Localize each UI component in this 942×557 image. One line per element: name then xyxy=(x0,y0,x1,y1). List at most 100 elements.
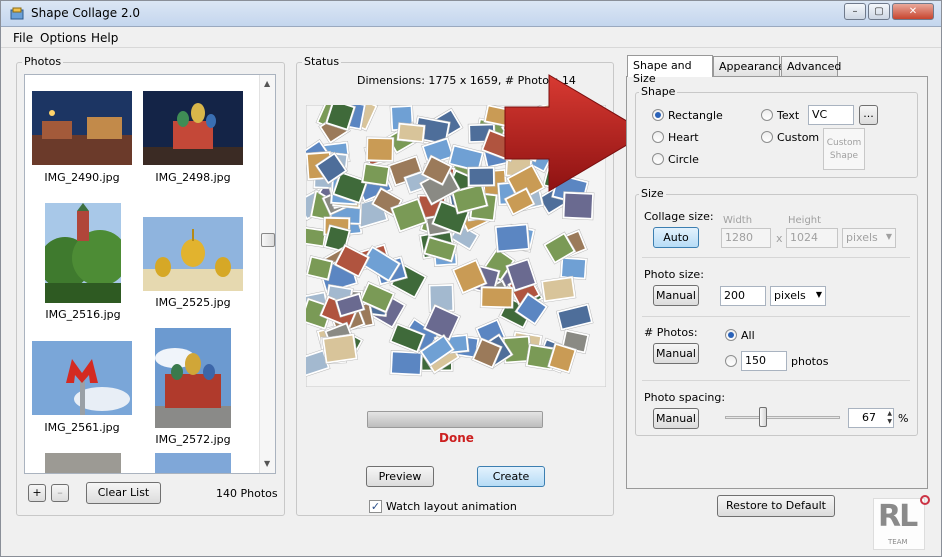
watermark-text: RL xyxy=(878,499,918,534)
menu-bar: File Options Help xyxy=(1,28,941,48)
photos-label: Photos xyxy=(22,55,64,68)
num-photos-manual-button[interactable]: Manual xyxy=(653,343,699,364)
chevron-down-icon: ▼ xyxy=(885,232,892,241)
collage-photo-tile xyxy=(540,275,577,303)
restore-default-button[interactable]: Restore to Default xyxy=(717,495,835,517)
height-input[interactable]: 1024 xyxy=(786,228,838,248)
done-text: Done xyxy=(439,431,474,445)
collage-photo-tile xyxy=(479,285,514,309)
photo-thumbnail[interactable] xyxy=(155,328,231,428)
menu-options[interactable]: Options xyxy=(40,31,86,45)
scroll-down-icon[interactable]: ▼ xyxy=(264,459,270,468)
status-label: Status xyxy=(302,55,342,68)
photo-units-select[interactable]: pixels ▼ xyxy=(770,286,826,306)
photo-size-input[interactable]: 200 xyxy=(720,286,766,306)
photo-thumbnail[interactable] xyxy=(143,91,243,165)
collage-photo-tile xyxy=(562,191,595,221)
menu-help[interactable]: Help xyxy=(91,31,118,45)
separator xyxy=(642,316,910,317)
photo-thumbnail[interactable] xyxy=(143,217,243,291)
custom-radio[interactable] xyxy=(761,131,773,143)
photo-thumbnail[interactable] xyxy=(155,453,231,474)
chevron-down-icon: ▼ xyxy=(815,290,822,299)
photos-unit-label: photos xyxy=(791,355,829,368)
separator xyxy=(642,257,910,258)
photo-thumbnail[interactable] xyxy=(32,91,132,165)
watch-animation-label: Watch layout animation xyxy=(386,500,517,513)
custom-shape-button[interactable]: Custom Shape xyxy=(823,128,865,170)
rectangle-radio[interactable] xyxy=(652,109,664,121)
app-icon xyxy=(10,7,24,20)
spin-arrows-icon[interactable]: ▲ ▼ xyxy=(887,410,892,426)
width-input[interactable]: 1280 xyxy=(721,228,771,248)
spacing-manual-button[interactable]: Manual xyxy=(653,408,699,429)
heart-label: Heart xyxy=(668,131,699,144)
progress-bar xyxy=(367,411,543,428)
photo-thumbnail[interactable] xyxy=(32,341,132,415)
collage-photo-tile xyxy=(494,222,531,253)
tab-shape-and-size[interactable]: Shape and Size xyxy=(627,55,713,85)
watermark-logo: RL TEAM xyxy=(873,495,930,550)
watermark-sub: TEAM xyxy=(888,538,908,546)
all-photos-radio[interactable] xyxy=(725,329,737,341)
menu-file[interactable]: File xyxy=(13,31,33,45)
preview-button[interactable]: Preview xyxy=(366,466,434,487)
separator xyxy=(642,380,910,381)
font-browse-button[interactable]: ... xyxy=(859,105,878,125)
spacing-input[interactable]: 67 ▲ ▼ xyxy=(848,408,894,428)
clear-list-button[interactable]: Clear List xyxy=(86,482,161,504)
collage-units-select[interactable]: pixels ▼ xyxy=(842,228,896,248)
watch-animation-checkbox[interactable]: ✓ xyxy=(369,500,382,513)
circle-radio[interactable] xyxy=(652,153,664,165)
remove-photo-button[interactable]: – xyxy=(51,484,69,502)
tab-advanced[interactable]: Advanced xyxy=(781,56,841,76)
count-photos-radio[interactable] xyxy=(725,355,737,367)
collage-size-auto-button[interactable]: Auto xyxy=(653,227,699,248)
circle-label: Circle xyxy=(668,153,699,166)
collage-photo-tile xyxy=(559,256,588,280)
app-window: Shape Collage 2.0 – ▢ ✕ File Options Hel… xyxy=(0,0,942,557)
photo-caption: IMG_2490.jpg xyxy=(44,171,120,184)
collage-photo-tile xyxy=(360,162,391,187)
collage-photo-tile xyxy=(321,333,359,365)
height-label: Height xyxy=(788,215,822,226)
times-label: x xyxy=(776,232,783,245)
scrollbar-thumb[interactable] xyxy=(261,233,275,247)
scroll-up-icon[interactable]: ▲ xyxy=(264,79,270,88)
add-photo-button[interactable]: + xyxy=(28,484,46,502)
minimize-button[interactable]: – xyxy=(844,3,866,20)
photo-caption: IMG_2561.jpg xyxy=(44,421,120,434)
photo-list[interactable]: IMG_2490.jpg IMG_2498.jpg IMG_2516.jpg I… xyxy=(24,74,276,474)
photo-thumbnail[interactable] xyxy=(45,203,121,303)
text-shape-input[interactable]: VC xyxy=(808,105,854,125)
progress-fill xyxy=(368,412,542,427)
custom-label: Custom xyxy=(777,131,820,144)
create-button[interactable]: Create xyxy=(477,466,545,487)
spacing-value: 67 xyxy=(862,411,876,424)
spacing-slider-thumb[interactable] xyxy=(758,407,767,427)
tab-appearance[interactable]: Appearance xyxy=(713,56,785,76)
text-radio[interactable] xyxy=(761,109,773,121)
all-photos-label: All xyxy=(741,329,755,342)
spacing-slider-track[interactable] xyxy=(725,416,840,419)
photo-count-input[interactable]: 150 xyxy=(741,351,787,371)
photo-spacing-label: Photo spacing: xyxy=(644,391,726,404)
photo-caption: IMG_2498.jpg xyxy=(155,171,231,184)
percent-label: % xyxy=(898,412,909,425)
collage-size-label: Collage size: xyxy=(644,210,714,223)
photo-thumbnail[interactable] xyxy=(45,453,121,474)
title-bar: Shape Collage 2.0 – ▢ ✕ xyxy=(1,1,941,27)
collage-photo-tile xyxy=(365,136,395,163)
close-button[interactable]: ✕ xyxy=(892,3,934,20)
rectangle-label: Rectangle xyxy=(668,109,723,122)
photo-list-scrollbar[interactable]: ▲ ▼ xyxy=(259,75,275,473)
photo-size-manual-button[interactable]: Manual xyxy=(653,285,699,306)
heart-radio[interactable] xyxy=(652,131,664,143)
maximize-button[interactable]: ▢ xyxy=(868,3,890,20)
window-title: Shape Collage 2.0 xyxy=(31,6,141,20)
photo-caption: IMG_2572.jpg xyxy=(155,433,231,446)
photo-caption: IMG_2516.jpg xyxy=(45,308,121,321)
size-label: Size xyxy=(639,187,666,200)
text-label: Text xyxy=(777,109,800,122)
collage-photo-tile xyxy=(396,122,426,144)
